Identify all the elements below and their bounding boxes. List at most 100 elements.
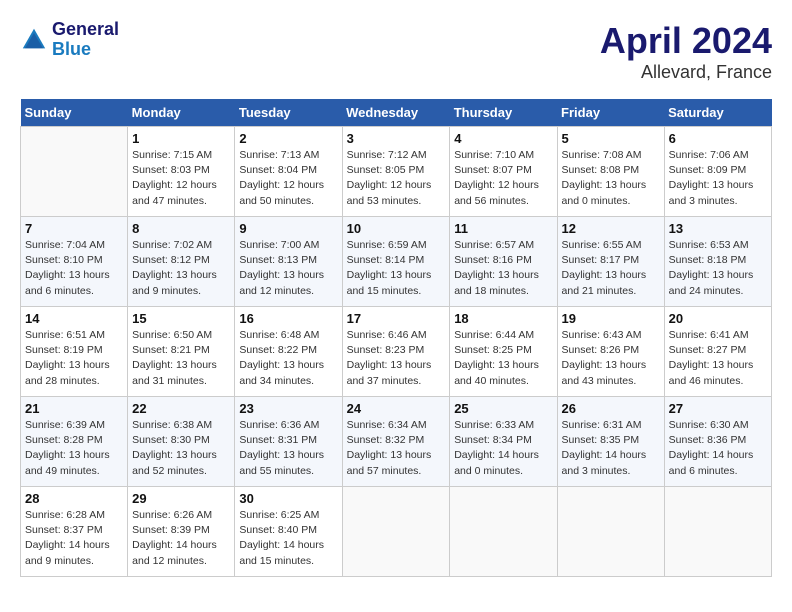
daylight-text: Daylight: 13 hours and 31 minutes. — [132, 359, 217, 386]
daylight-text: Daylight: 14 hours and 3 minutes. — [562, 449, 647, 476]
sunset-text: Sunset: 8:37 PM — [25, 524, 103, 536]
day-number: 26 — [562, 401, 660, 416]
sunrise-text: Sunrise: 6:44 AM — [454, 329, 534, 341]
sunrise-text: Sunrise: 6:33 AM — [454, 419, 534, 431]
daylight-text: Daylight: 13 hours and 55 minutes. — [239, 449, 324, 476]
calendar-cell: 29Sunrise: 6:26 AMSunset: 8:39 PMDayligh… — [128, 487, 235, 577]
sunset-text: Sunset: 8:35 PM — [562, 434, 640, 446]
sunset-text: Sunset: 8:39 PM — [132, 524, 210, 536]
day-number: 24 — [347, 401, 446, 416]
sunset-text: Sunset: 8:03 PM — [132, 164, 210, 176]
daylight-text: Daylight: 13 hours and 9 minutes. — [132, 269, 217, 296]
day-detail: Sunrise: 7:10 AMSunset: 8:07 PMDaylight:… — [454, 148, 552, 209]
daylight-text: Daylight: 14 hours and 6 minutes. — [669, 449, 754, 476]
daylight-text: Daylight: 12 hours and 56 minutes. — [454, 179, 539, 206]
day-detail: Sunrise: 7:13 AMSunset: 8:04 PMDaylight:… — [239, 148, 337, 209]
sunrise-text: Sunrise: 6:46 AM — [347, 329, 427, 341]
calendar-cell: 2Sunrise: 7:13 AMSunset: 8:04 PMDaylight… — [235, 127, 342, 217]
sunrise-text: Sunrise: 7:08 AM — [562, 149, 642, 161]
day-number: 4 — [454, 131, 552, 146]
day-number: 2 — [239, 131, 337, 146]
day-detail: Sunrise: 6:55 AMSunset: 8:17 PMDaylight:… — [562, 238, 660, 299]
calendar-cell: 19Sunrise: 6:43 AMSunset: 8:26 PMDayligh… — [557, 307, 664, 397]
sunset-text: Sunset: 8:16 PM — [454, 254, 532, 266]
sunset-text: Sunset: 8:08 PM — [562, 164, 640, 176]
daylight-text: Daylight: 12 hours and 47 minutes. — [132, 179, 217, 206]
day-detail: Sunrise: 6:53 AMSunset: 8:18 PMDaylight:… — [669, 238, 767, 299]
sunrise-text: Sunrise: 7:04 AM — [25, 239, 105, 251]
calendar-cell: 5Sunrise: 7:08 AMSunset: 8:08 PMDaylight… — [557, 127, 664, 217]
logo-line2: Blue — [52, 40, 119, 60]
day-number: 18 — [454, 311, 552, 326]
calendar-cell: 1Sunrise: 7:15 AMSunset: 8:03 PMDaylight… — [128, 127, 235, 217]
calendar-cell: 10Sunrise: 6:59 AMSunset: 8:14 PMDayligh… — [342, 217, 450, 307]
calendar-cell: 13 Sunrise: 6:53 AMSunset: 8:18 PMDayligh… — [664, 217, 771, 307]
daylight-text: Daylight: 13 hours and 57 minutes. — [347, 449, 432, 476]
sunset-text: Sunset: 8:04 PM — [239, 164, 317, 176]
logo: General Blue — [20, 20, 119, 60]
daylight-text: Daylight: 13 hours and 34 minutes. — [239, 359, 324, 386]
calendar-week-1: 1Sunrise: 7:15 AMSunset: 8:03 PMDaylight… — [21, 127, 772, 217]
daylight-text: Daylight: 14 hours and 12 minutes. — [132, 539, 217, 566]
daylight-text: Daylight: 14 hours and 0 minutes. — [454, 449, 539, 476]
sunset-text: Sunset: 8:40 PM — [239, 524, 317, 536]
calendar-cell — [342, 487, 450, 577]
calendar-week-5: 28Sunrise: 6:28 AMSunset: 8:37 PMDayligh… — [21, 487, 772, 577]
day-detail: Sunrise: 6:28 AMSunset: 8:37 PMDaylight:… — [25, 508, 123, 569]
weekday-header-monday: Monday — [128, 99, 235, 127]
day-detail: Sunrise: 6:44 AMSunset: 8:25 PMDaylight:… — [454, 328, 552, 389]
day-detail: Sunrise: 7:08 AMSunset: 8:08 PMDaylight:… — [562, 148, 660, 209]
daylight-text: Daylight: 14 hours and 15 minutes. — [239, 539, 324, 566]
sunset-text: Sunset: 8:28 PM — [25, 434, 103, 446]
weekday-header-saturday: Saturday — [664, 99, 771, 127]
day-number: 8 — [132, 221, 230, 236]
daylight-text: Daylight: 12 hours and 53 minutes. — [347, 179, 432, 206]
calendar-week-3: 14Sunrise: 6:51 AMSunset: 8:19 PMDayligh… — [21, 307, 772, 397]
weekday-header-sunday: Sunday — [21, 99, 128, 127]
day-number: 13 — [669, 221, 767, 236]
calendar-cell: 20Sunrise: 6:41 AMSunset: 8:27 PMDayligh… — [664, 307, 771, 397]
daylight-text: Daylight: 13 hours and 15 minutes. — [347, 269, 432, 296]
sunrise-text: Sunrise: 7:06 AM — [669, 149, 749, 161]
day-detail: Sunrise: 6:39 AM Sunset: 8:28 PM Daylight:… — [25, 418, 123, 479]
sunset-text: Sunset: 8:14 PM — [347, 254, 425, 266]
calendar-cell: 24Sunrise: 6:34 AMSunset: 8:32 PMDayligh… — [342, 397, 450, 487]
calendar-cell: 22Sunrise: 6:38 AMSunset: 8:30 PMDayligh… — [128, 397, 235, 487]
day-detail: Sunrise: 6:30 AMSunset: 8:36 PMDaylight:… — [669, 418, 767, 479]
sunset-text: Sunset: 8:12 PM — [132, 254, 210, 266]
calendar-cell: 28Sunrise: 6:28 AMSunset: 8:37 PMDayligh… — [21, 487, 128, 577]
daylight-text: Daylight: 13 hours and 12 minutes. — [239, 269, 324, 296]
daylight-text: Daylight: 13 hours and 52 minutes. — [132, 449, 217, 476]
sunrise-text: Sunrise: 6:30 AM — [669, 419, 749, 431]
day-number: 16 — [239, 311, 337, 326]
day-detail: Sunrise: 7:02 AMSunset: 8:12 PMDaylight:… — [132, 238, 230, 299]
sunrise-text: Sunrise: 6:36 AM — [239, 419, 319, 431]
day-detail: Sunrise: 6:43 AMSunset: 8:26 PMDaylight:… — [562, 328, 660, 389]
calendar-cell: 17Sunrise: 6:46 AMSunset: 8:23 PMDayligh… — [342, 307, 450, 397]
weekday-header-wednesday: Wednesday — [342, 99, 450, 127]
daylight-text: Daylight: 13 hours and 37 minutes. — [347, 359, 432, 386]
day-detail: Sunrise: 6:38 AMSunset: 8:30 PMDaylight:… — [132, 418, 230, 479]
day-detail: Sunrise: 6:31 AMSunset: 8:35 PMDaylight:… — [562, 418, 660, 479]
calendar-cell — [557, 487, 664, 577]
sunrise-text: Sunrise: 7:13 AM — [239, 149, 319, 161]
day-detail: Sunrise: 7:12 AMSunset: 8:05 PMDaylight:… — [347, 148, 446, 209]
day-number: 23 — [239, 401, 337, 416]
sunrise-text: Sunrise: 7:10 AM — [454, 149, 534, 161]
sunset-text: Sunset: 8:34 PM — [454, 434, 532, 446]
day-detail: Sunrise: 6:26 AMSunset: 8:39 PMDaylight:… — [132, 508, 230, 569]
day-detail: Sunrise: 6:36 AMSunset: 8:31 PMDaylight:… — [239, 418, 337, 479]
calendar-cell: 7Sunrise: 7:04 AMSunset: 8:10 PMDaylight… — [21, 217, 128, 307]
sunrise-text: Sunrise: 6:48 AM — [239, 329, 319, 341]
calendar-cell: 25Sunrise: 6:33 AMSunset: 8:34 PMDayligh… — [450, 397, 557, 487]
sunset-text: Sunset: 8:30 PM — [132, 434, 210, 446]
daylight-text: Daylight: 13 hours and 3 minutes. — [669, 179, 754, 206]
day-detail: Sunrise: 7:15 AMSunset: 8:03 PMDaylight:… — [132, 148, 230, 209]
day-number: 11 — [454, 221, 552, 236]
daylight-text: Daylight: 13 hours and 49 minutes. — [25, 449, 110, 476]
day-number: 15 — [132, 311, 230, 326]
calendar-cell: 14Sunrise: 6:51 AMSunset: 8:19 PMDayligh… — [21, 307, 128, 397]
calendar-cell: 9Sunrise: 7:00 AMSunset: 8:13 PMDaylight… — [235, 217, 342, 307]
sunrise-text: Sunrise: 6:39 AM — [25, 419, 105, 431]
day-detail: Sunrise: 7:04 AMSunset: 8:10 PMDaylight:… — [25, 238, 123, 299]
